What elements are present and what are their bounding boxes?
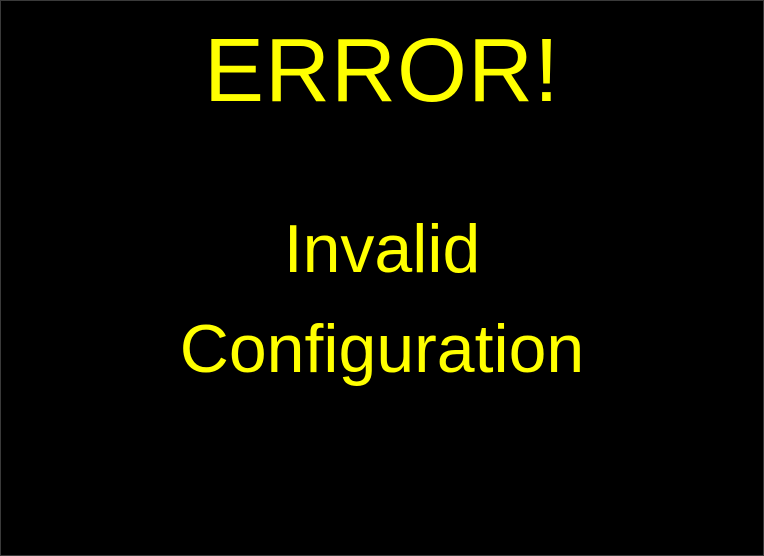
error-message-line-1: Invalid xyxy=(283,211,481,287)
error-message: Invalid Configuration xyxy=(1,199,763,399)
error-heading: ERROR! xyxy=(203,21,561,121)
error-screen: ERROR! Invalid Configuration xyxy=(0,0,764,556)
error-message-line-2: Configuration xyxy=(179,311,585,387)
